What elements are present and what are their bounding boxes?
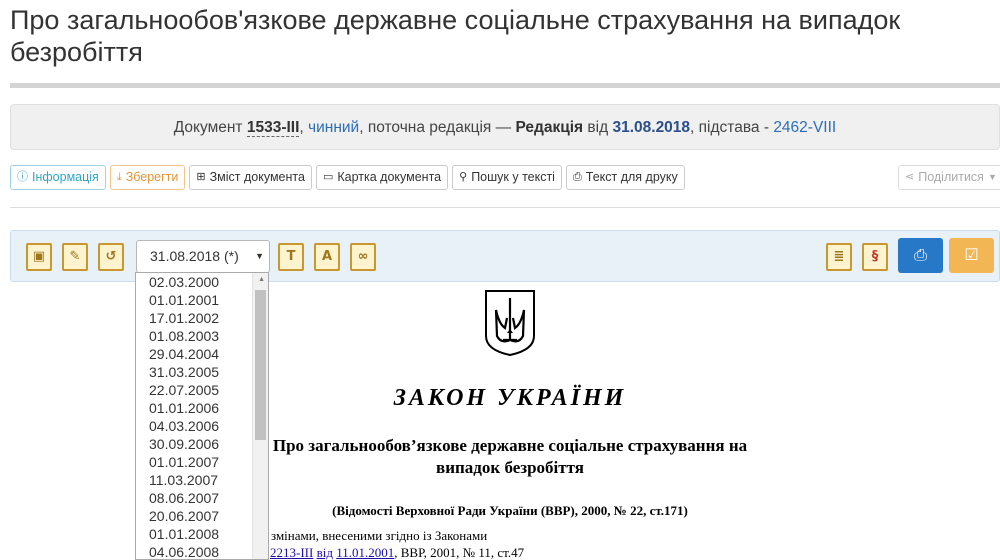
info-button[interactable]: ⓘ Інформація [10,165,106,190]
edition-date-dropdown[interactable]: 02.03.2000 01.01.2001 17.01.2002 01.08.2003… [135,272,269,560]
amendment-source: , ВВР, 2001, № 11, ст.47 [394,545,525,560]
doc-status-link[interactable]: чинний [308,119,359,136]
dropdown-scrollbar[interactable]: ▲ [252,273,268,559]
law-heading: ЗАКОН УКРАЇНИ [393,385,627,411]
scroll-thumb[interactable] [255,290,266,440]
info-icon: ⓘ [17,171,28,183]
dropdown-option[interactable]: 01.01.2001 [149,291,268,309]
edition-date: 31.08.2018 [612,119,691,136]
edition-text: , поточна редакція — [359,119,512,136]
edition-date-select[interactable]: 31.08.2018 (*) ▼ [136,240,270,273]
dropdown-option[interactable]: 01.08.2003 [149,327,268,345]
dropdown-option[interactable]: 04.03.2006 [149,417,268,435]
sitemap-icon: ⊞ [196,171,206,183]
amendment-entry: 2213-III від 11.01.2001, ВВР, 2001, № 11… [270,545,524,560]
folder-icon: ▭ [322,171,334,183]
section-icon[interactable]: § [862,243,888,271]
law-title: Про загальнообов’язкове державне соціаль… [270,435,750,479]
document-info-bar: Документ 1533-III, чинний, поточна редак… [10,104,1000,150]
info-label: Інформація [32,170,99,184]
printer-icon: ⎙ [914,247,927,264]
printer-icon: ⎙ [572,171,582,183]
amendments-text: змінами, внесеними згідно із Законами [271,528,488,543]
basis-text: , підстава - [690,119,769,136]
card-button[interactable]: ▭ Картка документа [315,165,449,190]
dropdown-option[interactable]: 29.04.2004 [149,345,268,363]
edition-label: Редакція [515,119,584,136]
coat-of-arms-icon [485,290,535,357]
chevron-down-icon: ▼ [255,251,264,261]
compare-icon[interactable]: ≣ [826,243,852,271]
save-button[interactable]: ⤓ Зберегти [109,165,186,190]
search-text-button[interactable]: ⚲ Пошук у тексті [452,165,562,190]
download-icon: ⤓ [116,171,122,183]
search-icon: ⚲ [459,171,468,183]
section-divider [10,207,1000,208]
text-icon[interactable]: T [278,243,304,271]
dropdown-option[interactable]: 11.03.2007 [149,471,268,489]
dropdown-option[interactable]: 01.01.2006 [149,399,268,417]
document-action-bar: ⓘ Інформація ⤓ Зберегти ⊞ Зміст документа ▭… [10,165,689,191]
doc-prefix: Документ [173,119,243,136]
checkbox-icon: ☑ [964,247,979,264]
print-text-button[interactable]: ⎙ Текст для друку [565,165,685,190]
law-source: (Відомості Верховної Ради України (ВВР),… [332,503,688,518]
dropdown-option[interactable]: 08.06.2007 [149,489,268,507]
caret-down-icon: ▼ [987,172,997,182]
contents-label: Зміст документа [209,170,305,184]
doc-number[interactable]: 1533-III [246,119,300,137]
share-button[interactable]: ⋖ Поділитися ▼ [898,165,1000,190]
amendment-from-word[interactable]: від [317,545,333,560]
amendment-link[interactable]: 2213-III [270,545,313,560]
basis-link[interactable]: 2462-VIII [773,119,836,136]
amendment-date-link[interactable]: 11.01.2001 [336,545,394,560]
dropdown-option[interactable]: 31.03.2005 [149,363,268,381]
contents-button[interactable]: ⊞ Зміст документа [189,165,312,190]
print-button[interactable]: ⎙ [898,238,943,273]
share-label: Поділитися [918,170,984,184]
law-title-line-2: випадок безробіття [436,458,584,477]
card-label: Картка документа [337,170,442,184]
search-label: Пошук у тексті [471,170,555,184]
share-icon: ⋖ [905,171,915,183]
font-icon[interactable]: A [314,243,340,271]
link-icon[interactable]: ∞ [350,243,376,271]
save-label: Зберегти [125,170,179,184]
from-word: від [587,119,609,136]
dropdown-option[interactable]: 22.07.2005 [149,381,268,399]
page-title: Про загальнообов'язкове державне соціаль… [10,5,901,67]
check-button[interactable]: ☑ [949,238,994,273]
amendments-intro: змінами, внесеними згідно із Законами [270,528,487,544]
selected-date: 31.08.2018 (*) [150,248,239,264]
history-icon[interactable]: ↺ [98,243,124,271]
law-title-line-1: Про загальнообов’язкове державне соціаль… [272,436,748,455]
dropdown-option[interactable]: 01.01.2007 [149,453,268,471]
law-document: ЗАКОН УКРАЇНИ Про загальнообов’язкове де… [270,285,1000,560]
dropdown-option[interactable]: 17.01.2002 [149,309,268,327]
scroll-up-icon[interactable]: ▲ [258,276,265,283]
dropdown-option[interactable]: 04.06.2008 [149,543,268,559]
dropdown-option[interactable]: 01.01.2008 [149,525,268,543]
dropdown-option[interactable]: 20.06.2007 [149,507,268,525]
dropdown-option[interactable]: 30.09.2006 [149,435,268,453]
edit-icon[interactable]: ✎ [62,243,88,271]
edition-date-list: 02.03.2000 01.01.2001 17.01.2002 01.08.2003… [136,273,268,559]
dropdown-option[interactable]: 02.03.2000 [149,273,268,291]
title-divider [10,83,1000,88]
archive-icon[interactable]: ▣ [26,243,52,271]
print-text-label: Текст для друку [585,170,678,184]
